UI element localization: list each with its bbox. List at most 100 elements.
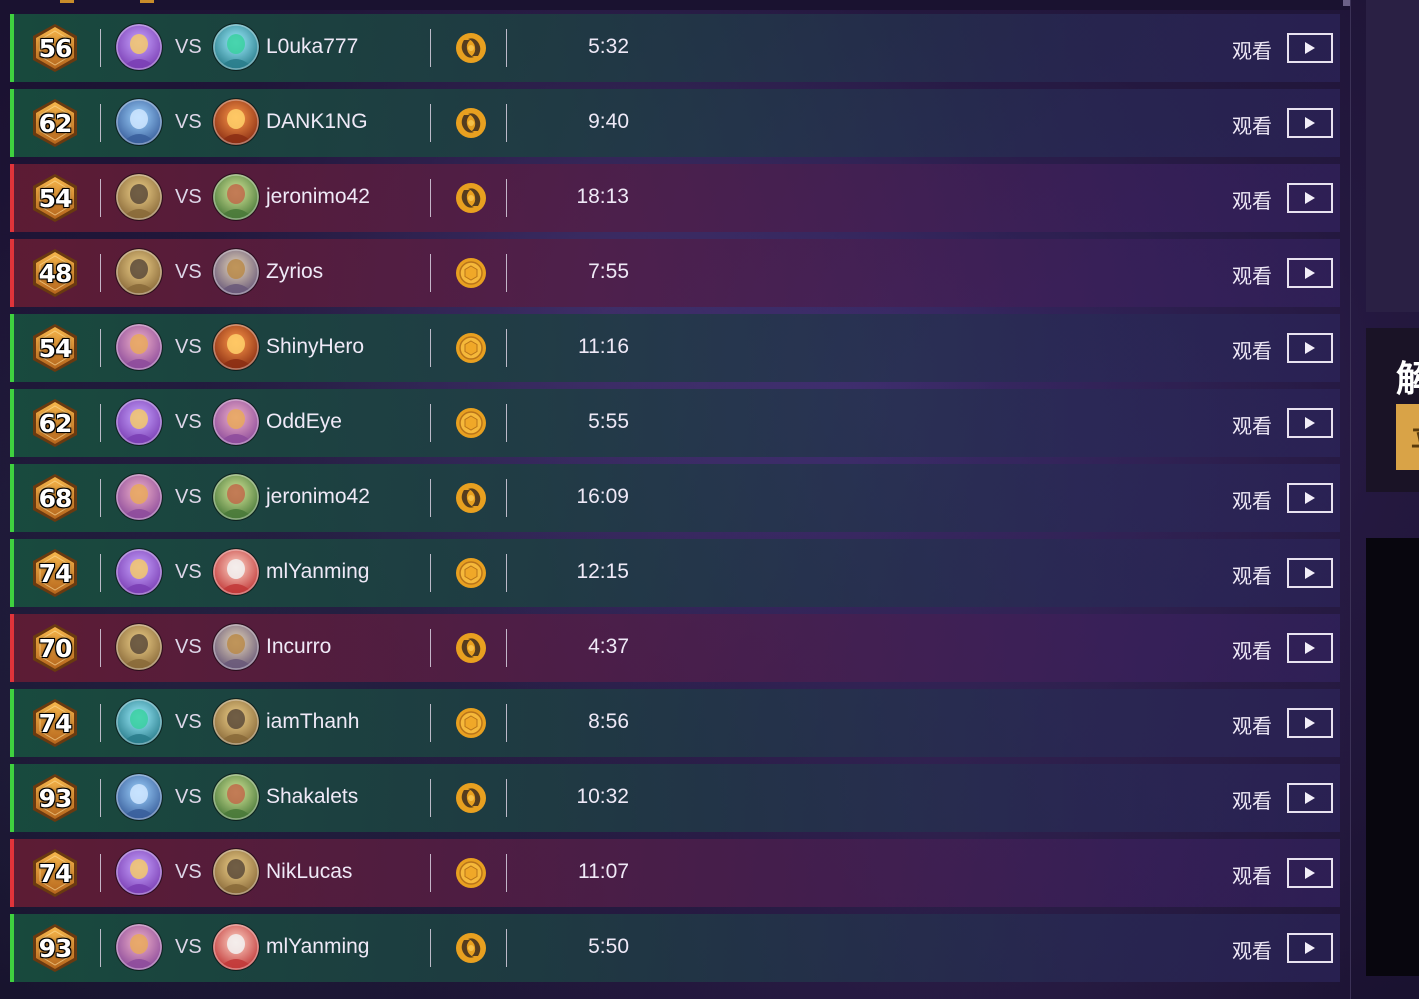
watch-label[interactable]: 观看 bbox=[1232, 860, 1272, 889]
match-row[interactable]: 74 VS mlYanming 12:15 观看 bbox=[10, 539, 1340, 607]
match-row[interactable]: 54 VS jeronimo42 18:13 观看 bbox=[10, 164, 1340, 232]
play-icon bbox=[1305, 867, 1315, 879]
play-icon bbox=[1305, 492, 1315, 504]
watch-label[interactable]: 观看 bbox=[1232, 110, 1272, 139]
opponent-hero-avatar bbox=[213, 474, 259, 520]
play-icon bbox=[1305, 417, 1315, 429]
play-button[interactable] bbox=[1287, 333, 1333, 363]
play-icon bbox=[1305, 792, 1315, 804]
opponent-name: ShinyHero bbox=[266, 335, 365, 358]
divider bbox=[506, 254, 507, 292]
divider bbox=[430, 404, 431, 442]
watch-label[interactable]: 观看 bbox=[1232, 635, 1272, 664]
divider bbox=[100, 629, 101, 667]
match-row[interactable]: 70 VS Incurro 4:37 观看 bbox=[10, 614, 1340, 682]
play-button[interactable] bbox=[1287, 858, 1333, 888]
rank-badge: 56 bbox=[31, 23, 79, 73]
rank-number: 48 bbox=[38, 258, 73, 288]
play-icon bbox=[1305, 342, 1315, 354]
vs-label: VS bbox=[175, 111, 202, 133]
swirl-icon bbox=[455, 782, 487, 814]
promo-title: 解 bbox=[1396, 358, 1419, 399]
divider bbox=[430, 29, 431, 67]
divider bbox=[100, 104, 101, 142]
match-row[interactable]: 54 VS ShinyHero 11:16 观看 bbox=[10, 314, 1340, 382]
vs-label: VS bbox=[175, 936, 202, 958]
rank-badge: 70 bbox=[31, 623, 79, 673]
watch-label[interactable]: 观看 bbox=[1232, 410, 1272, 439]
watch-label[interactable]: 观看 bbox=[1232, 560, 1272, 589]
swirl-icon bbox=[455, 932, 487, 964]
match-row[interactable]: 48 VS Zyrios 7:55 观看 bbox=[10, 239, 1340, 307]
play-button[interactable] bbox=[1287, 633, 1333, 663]
play-button[interactable] bbox=[1287, 183, 1333, 213]
match-row[interactable]: 93 VS mlYanming 5:50 观看 bbox=[10, 914, 1340, 982]
divider bbox=[430, 629, 431, 667]
vs-label: VS bbox=[175, 411, 202, 433]
play-button[interactable] bbox=[1287, 933, 1333, 963]
divider bbox=[430, 479, 431, 517]
divider bbox=[100, 29, 101, 67]
player-hero-avatar bbox=[116, 624, 162, 670]
coin-icon bbox=[455, 707, 487, 739]
coin-icon bbox=[455, 257, 487, 289]
watch-label[interactable]: 观看 bbox=[1232, 710, 1272, 739]
watch-label[interactable]: 观看 bbox=[1232, 785, 1272, 814]
match-row[interactable]: 68 VS jeronimo42 16:09 观看 bbox=[10, 464, 1340, 532]
watch-label[interactable]: 观看 bbox=[1232, 185, 1272, 214]
match-row[interactable]: 74 VS NikLucas 11:07 观看 bbox=[10, 839, 1340, 907]
play-button[interactable] bbox=[1287, 708, 1333, 738]
divider bbox=[506, 854, 507, 892]
match-row[interactable]: 93 VS Shakalets 10:32 观看 bbox=[10, 764, 1340, 832]
match-row[interactable]: 62 VS OddEye 5:55 观看 bbox=[10, 389, 1340, 457]
rank-badge: 62 bbox=[31, 398, 79, 448]
player-hero-avatar bbox=[116, 174, 162, 220]
play-icon bbox=[1305, 642, 1315, 654]
play-button[interactable] bbox=[1287, 783, 1333, 813]
rank-badge: 48 bbox=[31, 248, 79, 298]
watch-label[interactable]: 观看 bbox=[1232, 260, 1272, 289]
divider bbox=[430, 929, 431, 967]
side-panel-lower bbox=[1366, 538, 1419, 976]
divider bbox=[506, 704, 507, 742]
watch-label[interactable]: 观看 bbox=[1232, 935, 1272, 964]
opponent-name: jeronimo42 bbox=[266, 485, 370, 508]
rank-badge: 54 bbox=[31, 323, 79, 373]
divider bbox=[100, 854, 101, 892]
play-button[interactable] bbox=[1287, 483, 1333, 513]
play-button[interactable] bbox=[1287, 408, 1333, 438]
opponent-hero-avatar bbox=[213, 624, 259, 670]
rank-number: 70 bbox=[38, 633, 73, 663]
play-button[interactable] bbox=[1287, 258, 1333, 288]
play-button[interactable] bbox=[1287, 33, 1333, 63]
match-row[interactable]: 74 VS iamThanh 8:56 观看 bbox=[10, 689, 1340, 757]
opponent-hero-avatar bbox=[213, 699, 259, 745]
watch-label[interactable]: 观看 bbox=[1232, 485, 1272, 514]
divider bbox=[506, 404, 507, 442]
swirl-icon bbox=[455, 632, 487, 664]
rank-number: 74 bbox=[38, 708, 73, 738]
scrollbar-thumb[interactable] bbox=[1343, 0, 1350, 6]
opponent-hero-avatar bbox=[213, 24, 259, 70]
play-icon bbox=[1305, 942, 1315, 954]
vs-label: VS bbox=[175, 186, 202, 208]
divider bbox=[100, 254, 101, 292]
match-row[interactable]: 56 VS L0uka777 5:32 观看 bbox=[10, 14, 1340, 82]
watch-label[interactable]: 观看 bbox=[1232, 35, 1272, 64]
opponent-name: Shakalets bbox=[266, 785, 359, 808]
vs-label: VS bbox=[175, 636, 202, 658]
player-hero-avatar bbox=[116, 399, 162, 445]
player-hero-avatar bbox=[116, 24, 162, 70]
play-icon bbox=[1305, 117, 1315, 129]
promo-button[interactable]: 立 bbox=[1396, 404, 1419, 470]
vs-label: VS bbox=[175, 336, 202, 358]
play-button[interactable] bbox=[1287, 108, 1333, 138]
opponent-hero-avatar bbox=[213, 399, 259, 445]
watch-label[interactable]: 观看 bbox=[1232, 335, 1272, 364]
coin-icon bbox=[455, 557, 487, 589]
scrollbar-track[interactable] bbox=[1350, 0, 1351, 999]
match-row[interactable]: 62 VS DANK1NG 9:40 观看 bbox=[10, 89, 1340, 157]
divider bbox=[100, 329, 101, 367]
swirl-icon bbox=[455, 482, 487, 514]
play-button[interactable] bbox=[1287, 558, 1333, 588]
